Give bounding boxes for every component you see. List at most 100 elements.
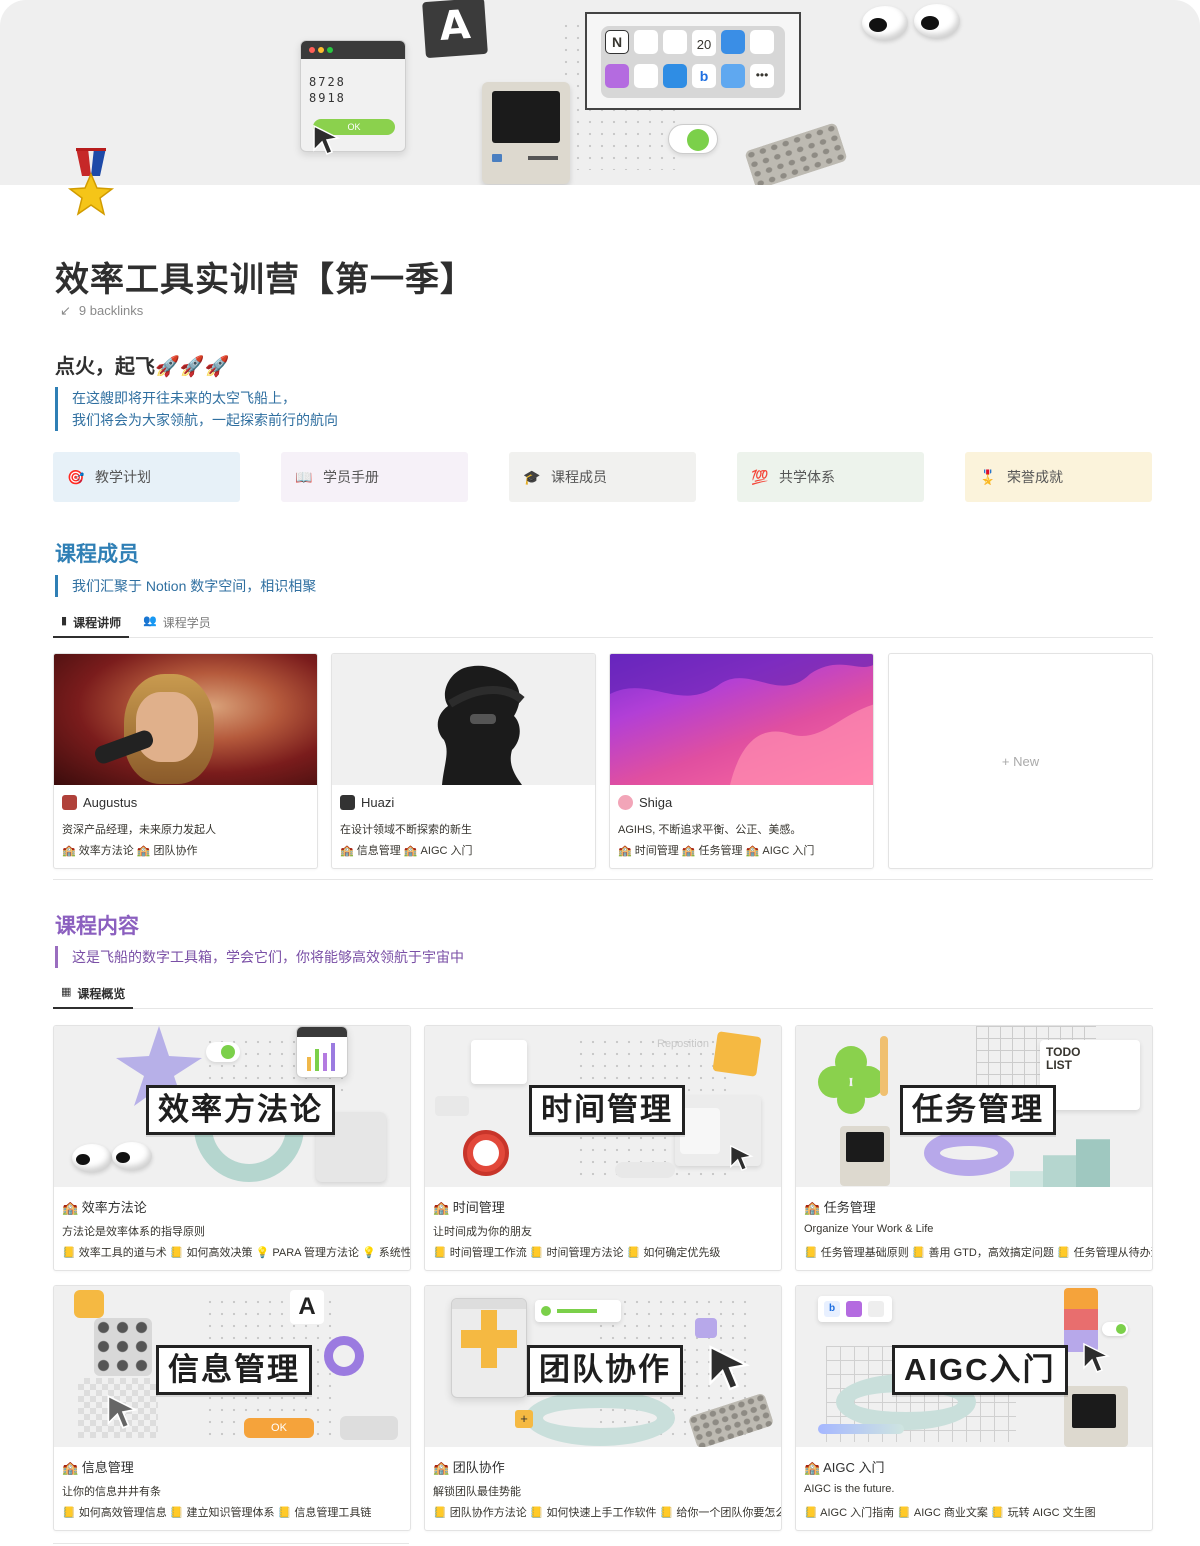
avatar xyxy=(62,795,77,810)
toggle-switch-icon xyxy=(1102,1322,1128,1336)
notion-app-icon: N xyxy=(605,30,629,54)
people-icon: 👥 xyxy=(143,615,157,627)
tab-course-overview[interactable]: ▦ 课程概览 xyxy=(53,983,134,1009)
calendar-app-icon xyxy=(634,30,658,54)
nav-button-student-handbook[interactable]: 📖 学员手册 xyxy=(281,452,468,502)
course-lesson-tags[interactable]: 📒 效率工具的道与术 📒 如何高效决策 💡 PARA 管理方法论 💡 系统性 xyxy=(62,1244,410,1260)
todo-list-label: TODO LIST xyxy=(1046,1045,1081,1072)
member-name-text: Shiga xyxy=(639,795,673,810)
id-card-icon: ▮ xyxy=(61,615,68,627)
member-course-tags[interactable]: 🏫 效率方法论 🏫 团队协作 xyxy=(62,842,198,858)
reposition-button[interactable]: Reposition xyxy=(657,1038,709,1050)
course-cover-label: 效率方法论 xyxy=(146,1085,335,1135)
member-name: Shiga xyxy=(618,795,672,810)
tab-instructors[interactable]: ▮ 课程讲师 xyxy=(53,612,130,638)
eye-icon xyxy=(862,6,908,40)
abstract-wave-icon xyxy=(610,654,873,785)
backlinks-label: 9 backlinks xyxy=(78,303,144,318)
course-cover-label: 团队协作 xyxy=(527,1345,683,1395)
tab-students[interactable]: 👥 课程学员 xyxy=(143,612,211,638)
nav-button-course-members[interactable]: 🎓 课程成员 xyxy=(509,452,696,502)
section-divider xyxy=(53,1543,409,1544)
openai-app-icon xyxy=(750,30,774,54)
member-card[interactable]: Huazi 在设计领域不断探索的新生 🏫 信息管理 🏫 AIGC 入门 xyxy=(331,653,596,869)
course-cover-label: 信息管理 xyxy=(156,1345,312,1395)
course-card[interactable]: b AIGC入门 🏫 AIGC 入门 AIGC is the future. 📒… xyxy=(795,1285,1153,1531)
ai-apps-widget-icon: b xyxy=(818,1296,892,1322)
counter-line-2: 8918 xyxy=(309,91,346,105)
member-card[interactable]: Augustus 资深产品经理，未来原力发起人 🏫 效率方法论 🏫 团队协作 xyxy=(53,653,318,869)
member-card[interactable]: Shiga AGIHS, 不断追求平衡、公正、美感。 🏫 时间管理 🏫 任务管理… xyxy=(609,653,874,869)
members-heading: 课程成员 xyxy=(55,543,139,566)
member-name-text: Augustus xyxy=(83,795,138,810)
section-divider xyxy=(53,879,1153,880)
cloud-app-icon xyxy=(663,64,687,88)
course-card[interactable]: 效率方法论 🏫 效率方法论 方法论是效率体系的指导原则 📒 效率工具的道与术 📒… xyxy=(53,1025,411,1271)
course-lesson-tags[interactable]: 📒 团队协作方法论 📒 如何快速上手工作软件 📒 给你一个团队你要怎么带 xyxy=(433,1504,781,1520)
arrow-down-left-icon: ↙ xyxy=(60,303,71,318)
member-course-tags[interactable]: 🏫 时间管理 🏫 任务管理 🏫 AIGC 入门 xyxy=(618,842,814,858)
course-cover: Reposition 时间管理 xyxy=(425,1026,781,1187)
course-description: 让时间成为你的朋友 xyxy=(433,1226,532,1238)
nav-button-teaching-plan[interactable]: 🎯 教学计划 xyxy=(53,452,240,502)
book-icon: 📖 xyxy=(295,468,313,485)
nav-button-label: 荣誉成就 xyxy=(1007,469,1063,485)
course-cover: b AIGC入门 xyxy=(796,1286,1152,1447)
course-description: AIGC is the future. xyxy=(804,1483,895,1495)
courses-quote: 这是飞船的数字工具箱，学会它们，你将能够高效领航于宇宙中 xyxy=(55,946,464,968)
member-name-text: Huazi xyxy=(361,795,395,810)
member-photo xyxy=(54,654,317,785)
course-description: 方法论是效率体系的指导原则 xyxy=(62,1226,205,1238)
course-card[interactable]: Reposition 时间管理 🏫 时间管理 让时间成为你的朋友 📒 时间管理工… xyxy=(424,1025,782,1271)
course-cover: + 团队协作 xyxy=(425,1286,781,1447)
loop-shape xyxy=(924,1130,1014,1176)
member-name: Huazi xyxy=(340,795,394,810)
course-description: 让你的信息井井有条 xyxy=(62,1486,161,1498)
backlinks-button[interactable]: ↙ 9 backlinks xyxy=(60,303,143,319)
nav-button-learning-system[interactable]: 💯 共学体系 xyxy=(737,452,924,502)
member-description: 资深产品经理，未来原力发起人 xyxy=(62,824,216,836)
cursor-icon xyxy=(313,124,341,155)
orange-square-icon xyxy=(74,1290,104,1318)
eye-icon xyxy=(914,4,960,38)
squiggle-shape xyxy=(525,1390,675,1446)
new-member-button[interactable]: + New xyxy=(888,653,1153,869)
course-name: 🏫 任务管理 xyxy=(804,1200,876,1215)
medal-small-icon: 🎖️ xyxy=(979,468,997,485)
drive-app-icon xyxy=(721,64,745,88)
dial-panel-icon xyxy=(435,1096,469,1116)
alarm-clock-icon xyxy=(463,1130,509,1176)
course-lesson-tags[interactable]: 📒 AIGC 入门指南 📒 AIGC 商业文案 📒 玩转 AIGC 文生图 xyxy=(804,1504,1152,1520)
cursor-icon xyxy=(730,1144,754,1171)
quote-line: 我们将会为大家领航，一起探索前行的航向 xyxy=(72,412,338,428)
member-course-tags[interactable]: 🏫 信息管理 🏫 AIGC 入门 xyxy=(340,842,473,858)
search-magnifier-icon xyxy=(324,1336,364,1376)
course-card[interactable]: + 团队协作 🏫 团队协作 解锁团队最佳势能 📒 团队协作方法论 📒 如何快速上… xyxy=(424,1285,782,1531)
course-lesson-tags[interactable]: 📒 如何高效管理信息 📒 建立知识管理体系 📒 信息管理工具链 xyxy=(62,1504,410,1520)
course-name: 🏫 时间管理 xyxy=(433,1200,505,1215)
bing-app-icon: b xyxy=(692,64,716,88)
nav-button-honors[interactable]: 🎖️ 荣誉成就 xyxy=(965,452,1152,502)
member-description: 在设计领域不断探索的新生 xyxy=(340,824,472,836)
course-card[interactable]: A OK 信息管理 🏫 信息管理 让你的信息井井有条 📒 如何高效管理信息 📒 … xyxy=(53,1285,411,1531)
course-lesson-tags[interactable]: 📒 任务管理基础原则 📒 善用 GTD，高效搞定问题 📒 任务管理从待办清单 xyxy=(804,1244,1152,1260)
course-description: Organize Your Work & Life xyxy=(804,1223,934,1235)
minus-badge-icon xyxy=(695,1318,717,1338)
folder-icon xyxy=(712,1031,762,1077)
course-cover: 效率方法论 xyxy=(54,1026,410,1187)
page-cover[interactable]: 8728 8918 OK A N 20 b ••• xyxy=(0,0,1200,185)
eye-icon xyxy=(112,1142,152,1170)
course-card[interactable]: TODO LIST 任务管理 🏫 任务管理 Organize Your Work… xyxy=(795,1025,1153,1271)
member-description: AGIHS, 不断追求平衡、公正、美感。 xyxy=(618,824,802,836)
avatar xyxy=(340,795,355,810)
toggle-switch-icon xyxy=(668,124,718,154)
page-title: 效率工具实训营【第一季】 xyxy=(55,261,475,299)
nav-button-row: 🎯 教学计划 📖 学员手册 🎓 课程成员 💯 共学体系 🎖️ 荣誉成就 xyxy=(53,452,1153,502)
cursor-icon xyxy=(709,1345,751,1391)
course-lesson-tags[interactable]: 📒 时间管理工作流 📒 时间管理方法论 📒 如何确定优先级 xyxy=(433,1244,781,1260)
courses-view-tabs: ▦ 课程概览 xyxy=(53,983,1153,1009)
stairs-shape xyxy=(1010,1139,1110,1187)
list-widget-icon xyxy=(471,1040,527,1084)
course-description: 解锁团队最佳势能 xyxy=(433,1486,521,1498)
gallery-icon: ▦ xyxy=(61,986,72,998)
